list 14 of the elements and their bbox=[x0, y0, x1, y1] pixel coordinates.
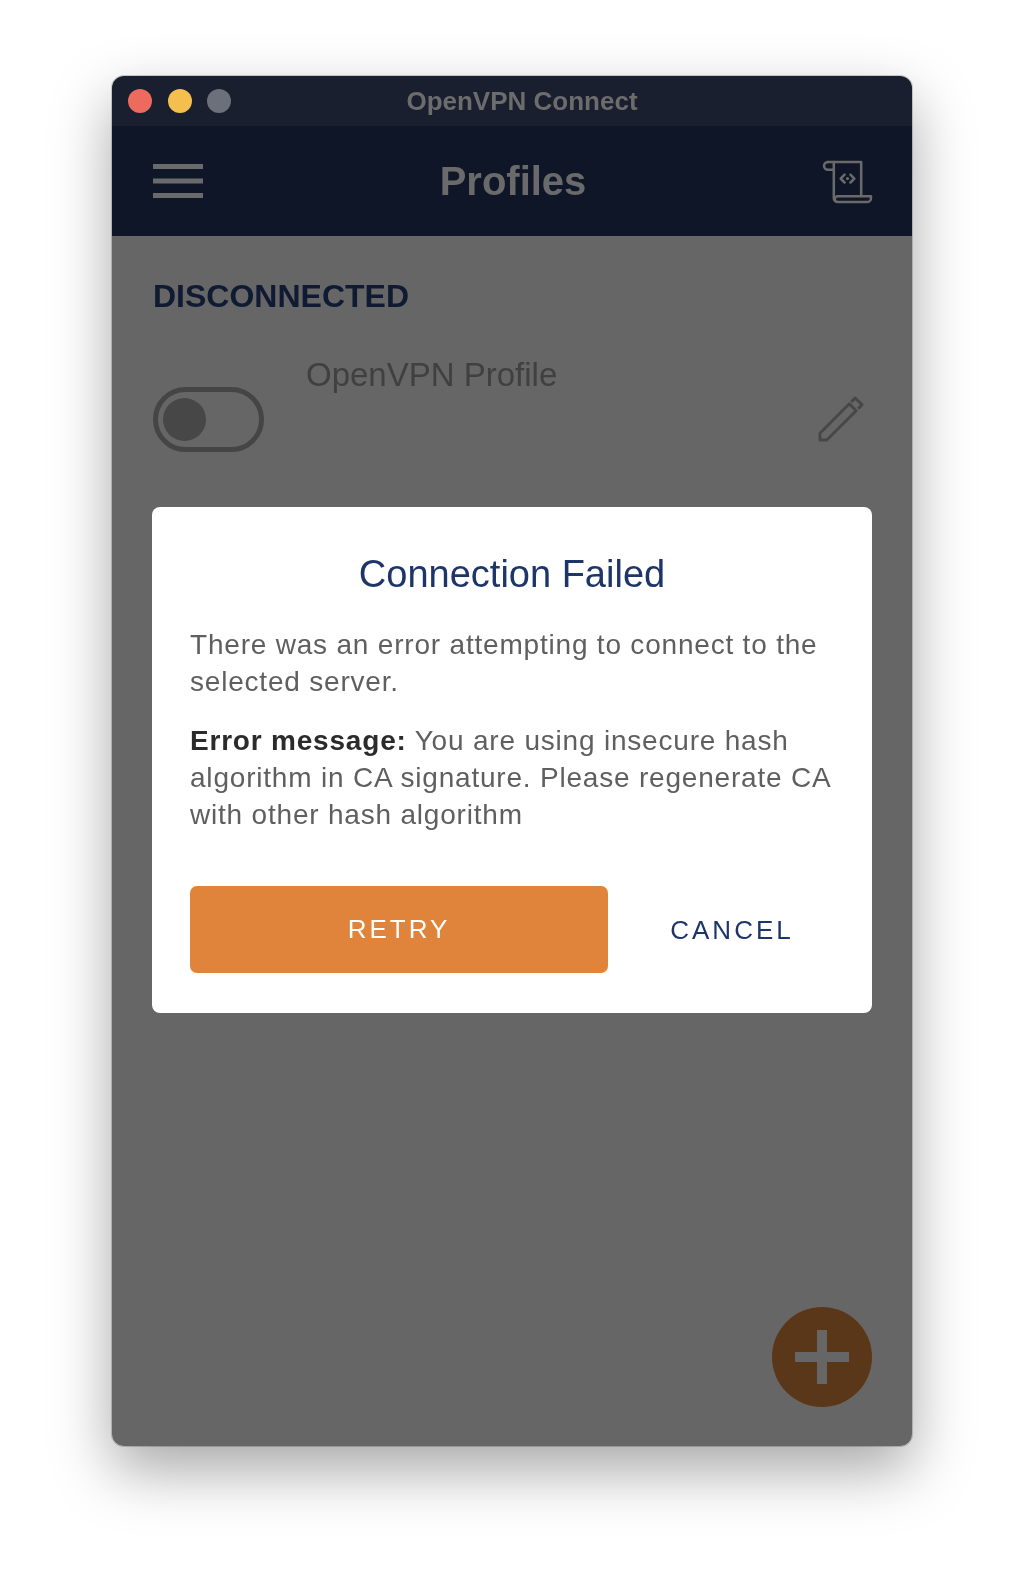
plus-icon bbox=[795, 1330, 849, 1384]
page-title: Profiles bbox=[439, 158, 587, 204]
close-button[interactable] bbox=[128, 89, 152, 113]
status-label: DISCONNECTED bbox=[153, 277, 409, 315]
code-scroll-icon[interactable] bbox=[822, 158, 873, 204]
menu-icon[interactable] bbox=[153, 164, 203, 198]
dialog-message: There was an error attempting to connect to the selected server. bbox=[190, 628, 819, 699]
cancel-button[interactable]: CANCEL bbox=[670, 913, 794, 946]
window-title: OpenVPN Connect bbox=[406, 86, 638, 116]
zoom-button[interactable] bbox=[207, 89, 232, 113]
dialog-title: Connection Failed bbox=[357, 552, 667, 597]
dialog-message: Error message: You are using insecure hash algorithm in CA signature. Please regenerate CA with other hash algorithm bbox=[190, 724, 832, 832]
minimize-button[interactable] bbox=[167, 89, 192, 113]
connection-toggle[interactable] bbox=[153, 387, 264, 452]
